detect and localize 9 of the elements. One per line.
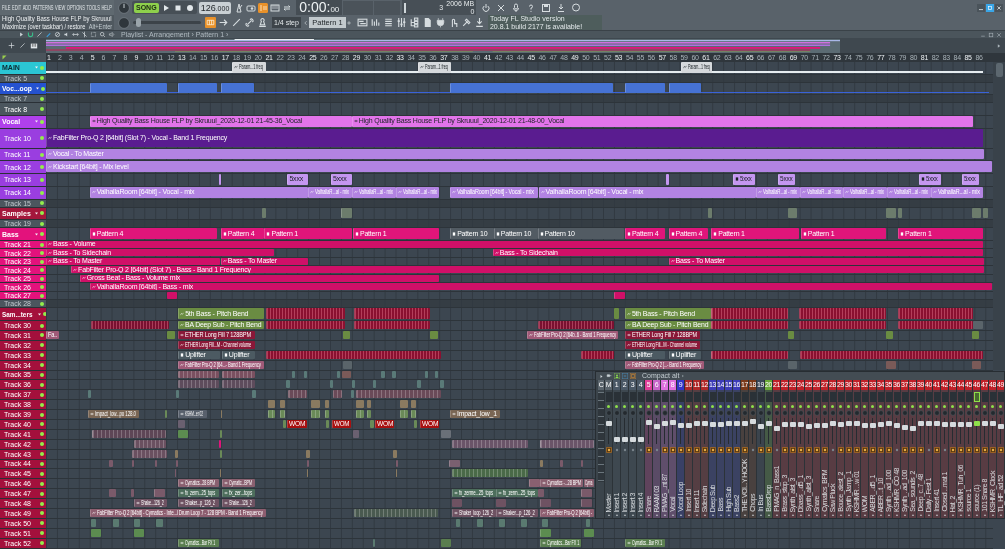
menu-item[interactable]: ADD — [22, 3, 32, 12]
menu-item[interactable]: TOOLS — [86, 3, 100, 12]
menu-item[interactable]: PATTERNS — [32, 3, 54, 12]
menu-item[interactable]: FILE — [2, 3, 11, 12]
menu-item[interactable]: OPTIONS — [66, 3, 85, 12]
menu-item[interactable]: HELP — [101, 3, 112, 12]
menu-item[interactable]: EDIT — [12, 3, 22, 12]
time-display: 0:00:00 — [296, 0, 343, 15]
menu-item[interactable]: VIEW — [55, 3, 66, 12]
